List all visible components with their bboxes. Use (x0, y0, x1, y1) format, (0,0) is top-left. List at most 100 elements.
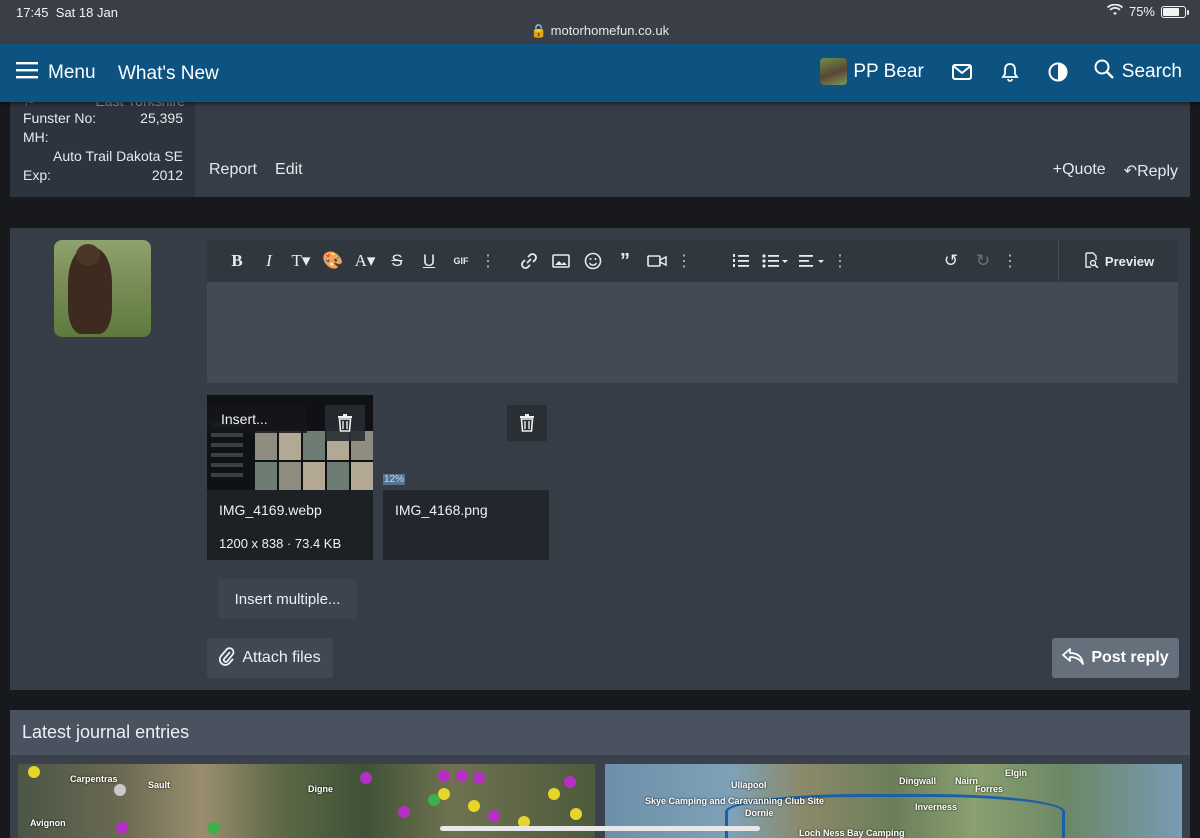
redo-icon[interactable]: ↻ (967, 245, 999, 277)
rich-text-editor: B I T▾ 🎨 A▾ S U GIF ⋮ ” ⋮ ⋮ ↺ ↻ ⋮ Previe… (207, 240, 1178, 383)
edit-link[interactable]: Edit (275, 161, 303, 179)
address-url[interactable]: 🔒 motorhomefun.co.uk (0, 23, 1200, 39)
more-icon[interactable]: ⋮ (477, 251, 499, 271)
image-icon[interactable] (545, 245, 577, 277)
map-pin-icon (428, 794, 440, 806)
attach-files-button[interactable]: Attach files (207, 638, 333, 678)
link-icon[interactable] (513, 245, 545, 277)
map-pin-icon (570, 808, 582, 820)
strike-icon[interactable]: S (381, 245, 413, 277)
whats-new-link[interactable]: What's New (118, 63, 219, 85)
trash-icon[interactable] (507, 405, 547, 441)
reply-avatar[interactable] (54, 240, 151, 337)
attachment-card-uploading: 12% IMG_4168.png (383, 395, 549, 560)
underline-icon[interactable]: U (413, 245, 445, 277)
lock-icon: 🔒 (530, 23, 548, 38)
undo-icon[interactable]: ↺ (935, 245, 967, 277)
smiley-icon[interactable] (577, 245, 609, 277)
post-reply-label: Post reply (1091, 649, 1169, 666)
map-pin-icon (456, 770, 468, 782)
map-pin-icon (360, 772, 372, 784)
reply-link[interactable]: ↶Reply (1124, 161, 1178, 181)
align-icon[interactable] (793, 245, 829, 277)
map-pin-icon (548, 788, 560, 800)
bell-icon[interactable] (998, 60, 1022, 84)
paperclip-icon (219, 646, 235, 671)
preview-icon (1083, 251, 1099, 271)
insert-attachment-button[interactable]: Insert... (207, 405, 307, 433)
bear-image (68, 244, 112, 334)
plus-icon: + (1052, 161, 1063, 178)
attachment-filename: IMG_4169.webp (219, 502, 322, 518)
map-pin-icon (398, 806, 410, 818)
attach-files-label: Attach files (242, 649, 321, 666)
attachment-meta: 1200 x 838 · 73.4 KB (219, 536, 342, 551)
reply-user-column (10, 228, 195, 690)
more-icon[interactable]: ⋮ (999, 251, 1021, 271)
status-right: 75% (1106, 3, 1189, 19)
editor-textarea[interactable] (207, 282, 1178, 383)
map-pin-icon (28, 766, 40, 778)
italic-icon[interactable]: I (253, 245, 285, 277)
post-actions-left: Report Edit (209, 161, 303, 179)
more-icon[interactable]: ⋮ (673, 251, 695, 271)
attachment-info: IMG_4169.webp 1200 x 838 · 73.4 KB (207, 490, 373, 560)
palette-icon[interactable]: 🎨 (317, 245, 349, 277)
battery-icon (1161, 5, 1189, 18)
insert-multiple-button[interactable]: Insert multiple... (218, 579, 357, 619)
wifi-icon (1106, 3, 1124, 19)
attachment-filename: IMG_4168.png (395, 502, 488, 518)
mh-value-row: Auto Trail Dakota SE (53, 148, 183, 164)
post-actions-right: +Quote ↶Reply (1053, 161, 1178, 181)
attachment-info: IMG_4168.png (383, 490, 549, 560)
search-label: Search (1121, 60, 1182, 82)
user-avatar[interactable] (820, 58, 848, 85)
map-pin-icon (114, 784, 126, 796)
menu-button[interactable]: Menu (16, 61, 96, 85)
map-pin-icon (208, 822, 220, 834)
media-icon[interactable] (641, 245, 673, 277)
more-icon[interactable]: ⋮ (829, 251, 851, 271)
map-pin-icon (473, 772, 485, 784)
trash-icon[interactable] (325, 405, 365, 441)
preview-button[interactable]: Preview (1058, 240, 1178, 282)
quote-icon[interactable]: ” (609, 245, 641, 277)
hamburger-icon (16, 61, 38, 85)
bold-icon[interactable]: B (221, 245, 253, 277)
latest-journal-entries: Latest journal entries Carpentras Avigno… (10, 710, 1190, 838)
nav-right: PP Bear Search (820, 58, 1182, 85)
upload-progress-bar: 12% (383, 471, 549, 490)
quote-link[interactable]: +Quote (1053, 161, 1106, 181)
font-icon[interactable]: A▾ (349, 245, 381, 277)
quick-reply: B I T▾ 🎨 A▾ S U GIF ⋮ ” ⋮ ⋮ ↺ ↻ ⋮ Previe… (10, 228, 1190, 690)
menu-label: Menu (48, 62, 96, 83)
journal-heading: Latest journal entries (10, 710, 1190, 755)
top-navbar: Menu What's New PP Bear Search (0, 44, 1200, 102)
envelope-icon[interactable] (950, 60, 974, 84)
map-pin-icon (116, 822, 128, 834)
funster-row: Funster No: 25,395 (23, 110, 183, 126)
battery-percent: 75% (1128, 4, 1155, 19)
username-link[interactable]: PP Bear (853, 61, 923, 83)
map-pin-icon (564, 776, 576, 788)
user-extras: ⚑ East Yorkshire Funster No: 25,395 MH: … (10, 93, 195, 197)
previous-post: ⚑ East Yorkshire Funster No: 25,395 MH: … (10, 93, 1190, 197)
report-link[interactable]: Report (209, 161, 257, 179)
search-button[interactable]: Search (1094, 59, 1182, 85)
home-indicator[interactable] (440, 826, 760, 831)
reply-arrow-icon: ↶ (1123, 163, 1138, 180)
post-reply-button[interactable]: Post reply (1052, 638, 1179, 678)
reply-icon (1062, 647, 1085, 670)
gif-icon[interactable]: GIF (445, 245, 477, 277)
ordered-list-icon[interactable] (725, 245, 757, 277)
preview-label: Preview (1104, 253, 1155, 269)
status-time: 17:45 Sat 18 Jan (16, 5, 118, 20)
contrast-icon[interactable] (1046, 60, 1070, 84)
map-pin-icon (468, 800, 480, 812)
status-bar: 17:45 Sat 18 Jan 🔒 motorhomefun.co.uk 75… (0, 0, 1200, 44)
editor-toolbar: B I T▾ 🎨 A▾ S U GIF ⋮ ” ⋮ ⋮ ↺ ↻ ⋮ Previe… (207, 240, 1178, 282)
unordered-list-icon[interactable] (757, 245, 793, 277)
exp-row: Exp: 2012 (23, 167, 183, 183)
text-size-icon[interactable]: T▾ (285, 245, 317, 277)
upload-percent: 12% (383, 474, 406, 485)
